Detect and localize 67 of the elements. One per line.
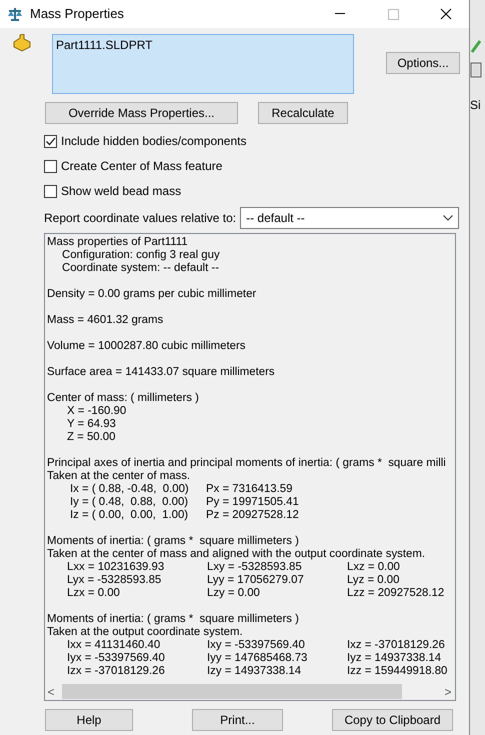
report-text: X = -160.90	[67, 405, 126, 418]
report-text: Lzx = 0.00	[67, 587, 121, 600]
report-text: Lzy = 0.00	[207, 587, 261, 600]
report-text: Ix = ( 0.88, -0.48, 0.00)	[70, 483, 190, 496]
report-text: Configuration: config 3 real guy	[62, 249, 220, 262]
minimize-icon[interactable]	[335, 13, 345, 15]
report-text: Principal axes of inertia and principal moments of inertia: ( grams * square milli	[47, 457, 446, 470]
report-text: Izx = -37018129.26	[67, 665, 166, 678]
close-icon[interactable]	[440, 8, 452, 20]
checkbox[interactable]	[44, 184, 57, 198]
report-text: Taken at the center of mass.	[47, 470, 190, 483]
caret-icon	[443, 215, 454, 221]
report-text: Y = 64.93	[67, 418, 116, 431]
checkbox[interactable]	[44, 134, 57, 148]
report-text: Iyz = 14937338.14	[347, 652, 442, 665]
scroll-left-arrow[interactable]: <	[45, 682, 57, 700]
part-icon	[12, 34, 32, 52]
report-text: Ixy = -53397569.40	[207, 639, 306, 652]
report-text: Izy = 14937338.14	[207, 665, 302, 678]
report-text: Z = 50.00	[67, 431, 116, 444]
override-button[interactable]: Override Mass Properties...	[45, 102, 238, 124]
report-text: Lxy = -5328593.85	[207, 561, 303, 574]
report-text: Moments of inertia: ( grams * square millimeters )	[47, 535, 299, 548]
report-text: Lxz = 0.00	[347, 561, 400, 574]
report-text: Iy = ( 0.48, 0.88, 0.00)	[70, 496, 190, 509]
options-button[interactable]: Options...	[386, 52, 460, 74]
report-text: Density = 0.00 grams per cubic millimeter	[47, 288, 256, 301]
coordinate-label: Report coordinate values relative to:	[44, 210, 236, 227]
report-text: Lyx = -5328593.85	[67, 574, 162, 587]
report-text: Coordinate system: -- default --	[62, 262, 219, 275]
window-title: Mass Properties	[30, 5, 125, 24]
background-tab-label: Si	[470, 97, 481, 114]
report-text: Lxx = 10231639.93	[67, 561, 166, 574]
report-text: Center of mass: ( millimeters )	[47, 392, 199, 405]
report-text: Px = 7316413.59	[206, 483, 292, 496]
report-text: Lyz = 0.00	[347, 574, 400, 587]
scroll-right-arrow[interactable]: >	[441, 682, 455, 700]
report-text: Lyy = 17056279.07	[207, 574, 305, 587]
checkbox-label[interactable]: Create Center of Mass feature	[61, 157, 222, 175]
recalculate-button[interactable]: Recalculate	[258, 102, 348, 124]
checkbox[interactable]	[44, 160, 57, 172]
help-button[interactable]: Help	[45, 709, 133, 731]
checkbox-label[interactable]: Show weld bead mass	[61, 182, 182, 200]
print-button[interactable]: Print...	[192, 709, 283, 731]
checkbox-label[interactable]: Include hidden bodies/components	[61, 132, 246, 150]
report-text: Iyy = 147685468.73	[207, 652, 308, 665]
report-text: Mass properties of Part1111	[47, 236, 188, 249]
report-text: Iyx = -53397569.40	[67, 652, 166, 665]
scrollbar-thumb[interactable]	[62, 684, 402, 699]
report-text: Ixz = -37018129.26	[347, 639, 445, 652]
report-text: Taken at the output coordinate system.	[47, 626, 243, 639]
report-text: Taken at the center of mass and aligned with the output coordinate system.	[47, 548, 426, 561]
report-text: Izz = 159449918.80	[347, 665, 448, 678]
report-text: Lzz = 20927528.12	[347, 587, 444, 600]
report-text: Moments of inertia: ( grams * square millimeters )	[47, 613, 299, 626]
selection-list[interactable]: Part1111.SLDPRT	[52, 34, 354, 94]
copy-button[interactable]: Copy to Clipboard	[332, 709, 453, 731]
report-text: Surface area = 141433.07 square millimeters	[47, 366, 275, 379]
report-text: Py = 19971505.41	[206, 496, 299, 509]
scale-icon	[7, 6, 23, 22]
dropdown-value: -- default --	[246, 210, 305, 227]
report-text: Pz = 20927528.12	[206, 509, 299, 522]
report-text: Volume = 1000287.80 cubic millimeters	[47, 340, 246, 353]
report-text: Mass = 4601.32 grams	[47, 314, 164, 327]
coordinate-dropdown[interactable]: -- default --	[240, 207, 460, 229]
report-text: Iz = ( 0.00, 0.00, 1.00)	[70, 509, 190, 522]
report-text: Ixx = 41131460.40	[67, 639, 162, 652]
